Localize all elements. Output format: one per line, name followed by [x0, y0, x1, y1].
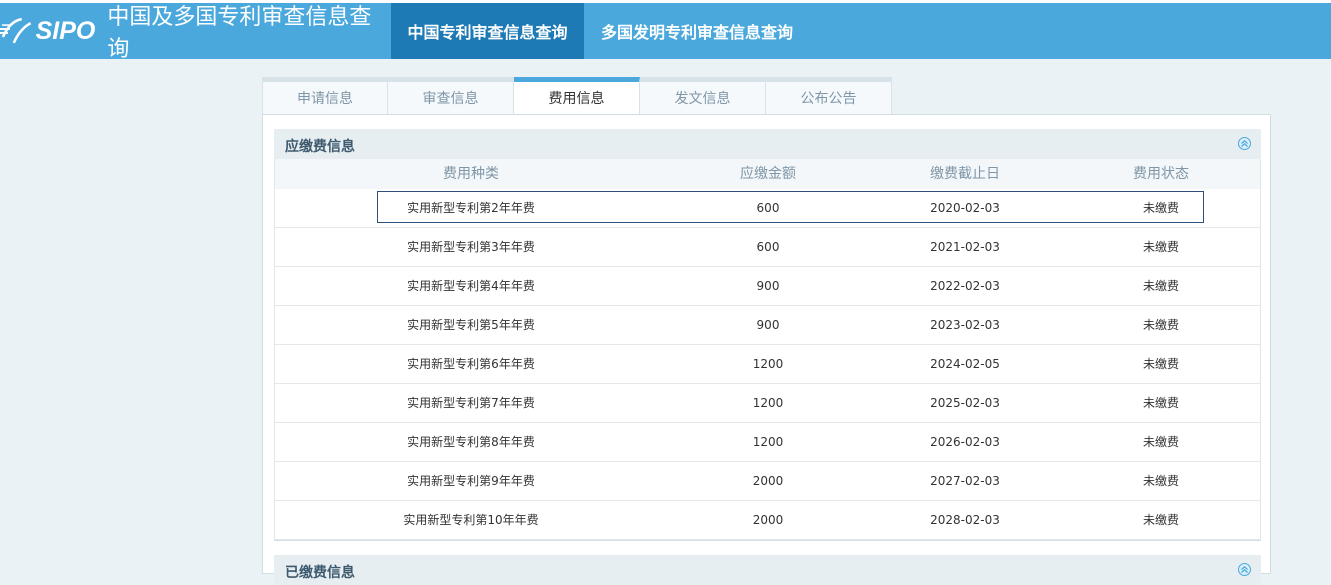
deadline-cell: 2028-02-03	[930, 513, 1000, 527]
nav-china-patent-query[interactable]: 中国专利审查信息查询	[391, 3, 584, 59]
logo-text: SIPO	[35, 16, 96, 45]
due-fees-table: 费用种类 应缴金额 缴费截止日 费用状态 实用新型专利第2年年费 600 202…	[274, 159, 1261, 541]
deadline-cell: 2025-02-03	[930, 396, 1000, 410]
amount-cell: 1200	[752, 435, 784, 449]
site-title: 中国及多国专利审查信息查询	[107, 5, 372, 62]
table-row[interactable]: 实用新型专利第7年年费 1200 2025-02-03 未缴费	[275, 384, 1260, 423]
info-tabs: 申请信息 审查信息 费用信息 发文信息 公布公告	[262, 77, 892, 115]
deadline-cell: 2027-02-03	[930, 474, 1000, 488]
deadline-cell: 2020-02-03	[930, 201, 1000, 215]
table-row[interactable]: 实用新型专利第8年年费 1200 2026-02-03 未缴费	[275, 423, 1260, 462]
status-cell: 未缴费	[1142, 201, 1180, 215]
due-fees-title: 应缴费信息	[285, 139, 355, 155]
amount-cell: 1200	[752, 357, 784, 371]
table-row[interactable]: 实用新型专利第3年年费 600 2021-02-03 未缴费	[275, 228, 1260, 267]
amount-cell: 600	[756, 201, 780, 215]
deadline-cell: 2022-02-03	[930, 279, 1000, 293]
paid-fees-section-header: 已缴费信息	[274, 555, 1261, 585]
due-fees-section-header: 应缴费信息	[274, 129, 1261, 159]
status-cell: 未缴费	[1142, 396, 1180, 410]
fee-panel: 应缴费信息 费用种类 应缴金额 缴费截止日 费用状态 实用新型专利第2年年费 6…	[262, 114, 1271, 585]
amount-cell: 600	[756, 240, 780, 254]
double-chevron-up-icon	[1241, 565, 1248, 573]
tab-publication-info[interactable]: 公布公告	[766, 77, 892, 115]
collapse-icon[interactable]	[1238, 137, 1251, 150]
table-header: 费用种类 应缴金额 缴费截止日 费用状态	[275, 159, 1260, 189]
table-row[interactable]: 实用新型专利第9年年费 2000 2027-02-03 未缴费	[275, 462, 1260, 501]
site-logo[interactable]: SIPO 中国及多国专利审查信息查询	[0, 3, 390, 62]
column-header-deadline: 缴费截止日	[930, 166, 1000, 182]
paid-fees-title: 已缴费信息	[285, 565, 355, 581]
tab-fee-info[interactable]: 费用信息	[514, 77, 640, 115]
fee-type-cell: 实用新型专利第8年年费	[407, 435, 535, 449]
deadline-cell: 2024-02-05	[930, 357, 1000, 371]
fee-type-cell: 实用新型专利第3年年费	[407, 240, 535, 254]
deadline-cell: 2023-02-03	[930, 318, 1000, 332]
fee-type-cell: 实用新型专利第10年年费	[403, 513, 539, 527]
deadline-cell: 2026-02-03	[930, 435, 1000, 449]
status-cell: 未缴费	[1142, 318, 1180, 332]
tab-examination-info[interactable]: 审查信息	[388, 77, 514, 115]
amount-cell: 2000	[752, 474, 784, 488]
fee-type-cell: 实用新型专利第4年年费	[407, 279, 535, 293]
status-cell: 未缴费	[1142, 513, 1180, 527]
fee-type-cell: 实用新型专利第5年年费	[407, 318, 535, 332]
deadline-cell: 2021-02-03	[930, 240, 1000, 254]
fee-type-cell: 实用新型专利第2年年费	[407, 201, 535, 215]
collapse-icon[interactable]	[1238, 563, 1251, 576]
top-bar: SIPO 中国及多国专利审查信息查询 中国专利审查信息查询 多国发明专利审查信息…	[0, 0, 1331, 62]
status-cell: 未缴费	[1142, 357, 1180, 371]
tab-application-info[interactable]: 申请信息	[262, 77, 388, 115]
status-cell: 未缴费	[1142, 435, 1180, 449]
table-row[interactable]: 实用新型专利第10年年费 2000 2028-02-03 未缴费	[275, 501, 1260, 540]
nav-multi-country-query[interactable]: 多国发明专利审查信息查询	[584, 3, 810, 59]
table-row[interactable]: 实用新型专利第2年年费 600 2020-02-03 未缴费	[275, 189, 1260, 228]
table-row[interactable]: 实用新型专利第5年年费 900 2023-02-03 未缴费	[275, 306, 1260, 345]
column-header-fee-type: 费用种类	[443, 166, 499, 182]
fee-type-cell: 实用新型专利第7年年费	[407, 396, 535, 410]
fee-type-cell: 实用新型专利第9年年费	[407, 474, 535, 488]
amount-cell: 900	[756, 279, 780, 293]
amount-cell: 2000	[752, 513, 784, 527]
table-row[interactable]: 实用新型专利第4年年费 900 2022-02-03 未缴费	[275, 267, 1260, 306]
table-row[interactable]: 实用新型专利第6年年费 1200 2024-02-05 未缴费	[275, 345, 1260, 384]
sipo-logo-icon	[0, 17, 32, 44]
double-chevron-up-icon	[1241, 139, 1248, 147]
amount-cell: 900	[756, 318, 780, 332]
amount-cell: 1200	[752, 396, 784, 410]
status-cell: 未缴费	[1142, 474, 1180, 488]
column-header-status: 费用状态	[1133, 166, 1189, 182]
tab-notice-info[interactable]: 发文信息	[640, 77, 766, 115]
fee-type-cell: 实用新型专利第6年年费	[407, 357, 535, 371]
column-header-amount: 应缴金额	[740, 166, 796, 182]
status-cell: 未缴费	[1142, 279, 1180, 293]
status-cell: 未缴费	[1142, 240, 1180, 254]
